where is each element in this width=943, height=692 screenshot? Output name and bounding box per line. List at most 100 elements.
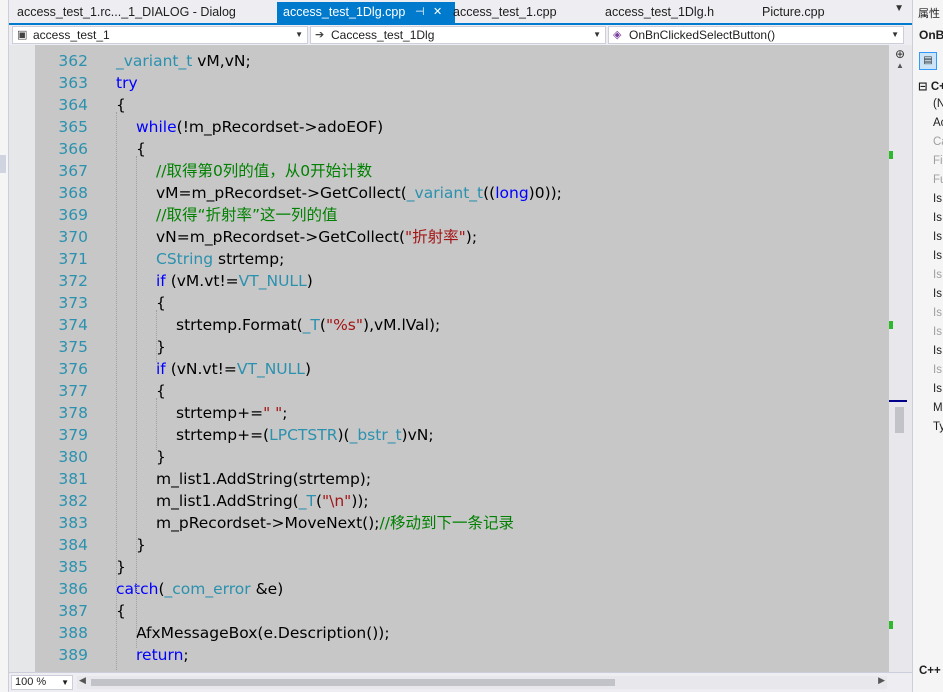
property-row[interactable]: Is: [933, 307, 942, 319]
vertical-scroll-thumb[interactable]: [895, 407, 904, 433]
editor-gutter[interactable]: [9, 45, 35, 672]
code-line[interactable]: strtemp+=" ";: [176, 402, 287, 424]
scope-dropdown[interactable]: ➔ Caccess_test_1Dlg ▼: [310, 26, 606, 44]
code-line[interactable]: {: [116, 94, 126, 116]
code-line[interactable]: return;: [136, 644, 189, 666]
code-token: _variant_t: [116, 52, 193, 70]
properties-category[interactable]: ⊟ C++: [918, 79, 943, 93]
property-row[interactable]: Is: [933, 326, 942, 338]
split-editor-icon[interactable]: ⊕: [895, 47, 905, 61]
tab-dlg-h[interactable]: access_test_1Dlg.h: [599, 2, 749, 23]
code-token: m_list1.AddString(: [156, 492, 299, 510]
line-number: 376: [58, 360, 88, 378]
code-token: AfxMessageBox(e.Description());: [136, 624, 390, 642]
zoom-value: 100 %: [15, 676, 47, 688]
code-token: {: [156, 294, 166, 312]
property-row[interactable]: Is: [933, 288, 942, 300]
code-line[interactable]: if (vM.vt!=VT_NULL): [156, 270, 313, 292]
scroll-left-arrow-icon[interactable]: ◀: [79, 675, 86, 686]
property-row[interactable]: Is: [933, 345, 942, 357]
line-number: 388: [58, 624, 88, 642]
code-line[interactable]: m_pRecordset->MoveNext();//移动到下一条记录: [156, 512, 514, 534]
code-line[interactable]: }: [136, 534, 146, 556]
change-marker: [889, 321, 893, 329]
code-token: vM=m_pRecordset->GetCollect(: [156, 184, 407, 202]
scroll-right-arrow-icon[interactable]: ▶: [878, 675, 885, 686]
code-token: if: [156, 360, 166, 378]
code-line[interactable]: {: [156, 380, 166, 402]
line-number: 364: [58, 96, 88, 114]
code-line[interactable]: CString strtemp;: [156, 248, 284, 270]
code-line[interactable]: catch(_com_error &e): [116, 578, 283, 600]
line-number: 369: [58, 206, 88, 224]
code-line[interactable]: while(!m_pRecordset->adoEOF): [136, 116, 383, 138]
project-dropdown[interactable]: ▣ access_test_1 ▼: [12, 26, 308, 44]
code-token: _com_error: [164, 580, 251, 598]
pin-icon[interactable]: ⊣: [415, 2, 425, 23]
property-row[interactable]: Is: [933, 193, 942, 205]
property-row[interactable]: Is: [933, 212, 942, 224]
property-row[interactable]: Fu: [933, 174, 943, 186]
code-line[interactable]: if (vN.vt!=VT_NULL): [156, 358, 311, 380]
properties-title: 属性: [918, 8, 940, 20]
code-token: ));: [351, 492, 369, 510]
category-label: C++: [930, 81, 943, 93]
horizontal-scrollbar[interactable]: ◀ ▶: [77, 675, 887, 689]
code-line[interactable]: vM=m_pRecordset->GetCollect(_variant_t((…: [156, 182, 562, 204]
code-token: {: [136, 140, 146, 158]
tab-access-test-cpp[interactable]: access_test_1.cpp: [447, 2, 597, 23]
code-line[interactable]: }: [156, 446, 166, 468]
horizontal-scroll-thumb[interactable]: [91, 679, 615, 686]
code-line[interactable]: {: [156, 292, 166, 314]
code-line[interactable]: _variant_t vM,vN;: [116, 50, 251, 72]
caret-position-marker: [889, 400, 907, 402]
property-row[interactable]: Ac: [933, 117, 943, 129]
code-line[interactable]: try: [116, 72, 138, 94]
code-area[interactable]: _variant_t vM,vN; try {while(!m_pRecordset…: [98, 45, 889, 672]
zoom-dropdown[interactable]: 100 % ▼: [11, 675, 73, 690]
properties-object-name: OnB: [919, 28, 943, 42]
code-token: _T: [298, 492, 316, 510]
code-line[interactable]: }: [156, 336, 166, 358]
vertical-scrollbar[interactable]: ⊕ ▲: [889, 45, 912, 672]
code-line[interactable]: AfxMessageBox(e.Description());: [136, 622, 390, 644]
code-line[interactable]: strtemp+=(LPCTSTR)(_bstr_t)vN;: [176, 424, 434, 446]
line-number: 377: [58, 382, 88, 400]
code-line[interactable]: //取得“折射率”这一列的值: [156, 204, 338, 226]
line-number: 363: [58, 74, 88, 92]
code-line[interactable]: //取得第0列的值，从0开始计数: [156, 160, 372, 182]
code-line[interactable]: {: [116, 600, 126, 622]
close-icon[interactable]: ✕: [433, 2, 442, 23]
property-row[interactable]: Is: [933, 364, 942, 376]
code-editor[interactable]: 362 363 364 365 366 367 368 369 370 371 372 373 374 3…: [9, 45, 889, 672]
code-token: }: [156, 338, 166, 356]
editor-bottom-bar: 100 % ▼ ◀ ▶: [9, 672, 912, 692]
tab-overflow-chevron-icon[interactable]: ▼: [894, 3, 904, 14]
property-row[interactable]: M: [933, 402, 943, 414]
member-dropdown[interactable]: ◈ OnBnClickedSelectButton() ▼: [608, 26, 904, 44]
code-line[interactable]: }: [116, 556, 126, 578]
change-marker: [889, 151, 893, 159]
property-row[interactable]: Is: [933, 269, 942, 281]
tab-dlg-cpp[interactable]: access_test_1Dlg.cpp ⊣ ✕: [277, 2, 455, 23]
property-row[interactable]: Ty: [933, 421, 943, 433]
code-line[interactable]: strtemp.Format(_T("%s"),vM.lVal);: [176, 314, 440, 336]
line-number: 362: [58, 52, 88, 70]
property-row[interactable]: Ca: [933, 136, 943, 148]
code-line[interactable]: m_list1.AddString(strtemp);: [156, 468, 371, 490]
code-line[interactable]: vN=m_pRecordset->GetCollect("折射率");: [156, 226, 477, 248]
chevron-down-icon: ▼: [61, 678, 69, 687]
property-row[interactable]: Is: [933, 383, 942, 395]
tab-picture-cpp[interactable]: Picture.cpp: [756, 2, 876, 23]
property-row[interactable]: (N: [933, 98, 943, 110]
code-token: {: [156, 382, 166, 400]
categorized-view-icon[interactable]: ▤: [919, 52, 937, 70]
code-line[interactable]: m_list1.AddString(_T("\n"));: [156, 490, 369, 512]
property-row[interactable]: Is: [933, 231, 942, 243]
code-line[interactable]: {: [136, 138, 146, 160]
property-row[interactable]: Fil: [933, 155, 943, 167]
property-row[interactable]: Is: [933, 250, 942, 262]
scroll-up-arrow-icon[interactable]: ▲: [896, 61, 904, 70]
code-token: strtemp.Format(: [176, 316, 303, 334]
tab-dialog-resource[interactable]: access_test_1.rc..._1_DIALOG - Dialog: [11, 2, 277, 23]
